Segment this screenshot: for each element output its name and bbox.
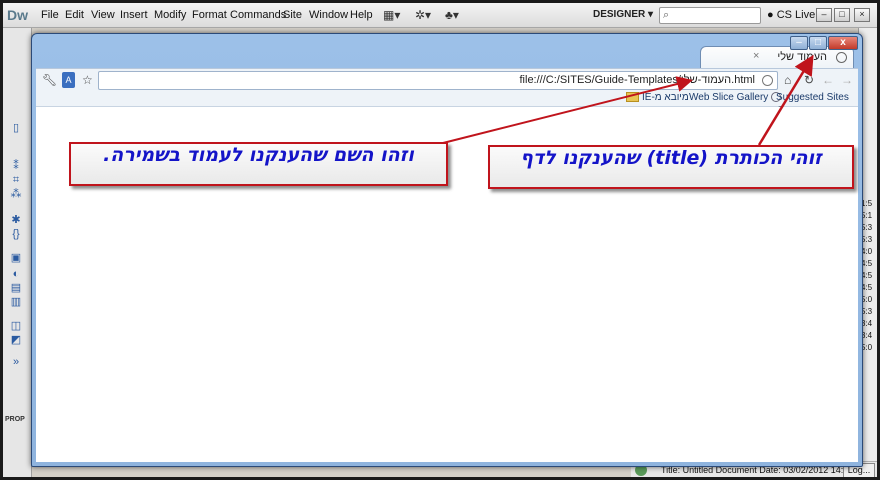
cs-live-label: CS Live bbox=[776, 9, 816, 21]
site-icon[interactable]: ♣▾ bbox=[445, 7, 459, 23]
menu-format[interactable]: Format bbox=[192, 3, 227, 27]
dw-logo: Dw bbox=[7, 7, 28, 23]
menu-help[interactable]: Help bbox=[350, 3, 373, 27]
workspace-label: DESIGNER bbox=[593, 9, 646, 20]
reload-icon[interactable]: ↻ bbox=[804, 72, 814, 88]
insert-icon[interactable]: ▯ bbox=[9, 122, 23, 134]
insert-icon[interactable]: ⁂ bbox=[9, 188, 23, 200]
url-text: file:///C:/SITES/Guide-Templates/העמוד-ש… bbox=[519, 74, 756, 86]
home-icon[interactable]: ⌂ bbox=[784, 72, 791, 88]
bookmark-label: Web Slice Gallery bbox=[689, 92, 769, 103]
menu-site[interactable]: Site bbox=[283, 3, 302, 27]
insert-icon[interactable]: {} bbox=[9, 228, 23, 240]
bookmark-label: מיובא מ-IE bbox=[642, 92, 689, 103]
layout-icon[interactable]: ▦▾ bbox=[383, 7, 400, 23]
bookmark-label: Suggested Sites bbox=[776, 92, 849, 103]
insert-icon[interactable]: ▥ bbox=[9, 296, 23, 308]
back-icon[interactable]: ← bbox=[822, 72, 834, 88]
search-icon: ⌕ bbox=[663, 9, 670, 21]
insert-icon[interactable]: ✱ bbox=[9, 214, 23, 226]
folder-icon bbox=[626, 92, 639, 103]
chevron-down-icon[interactable]: » bbox=[9, 356, 23, 368]
insert-icon[interactable]: ▤ bbox=[9, 282, 23, 294]
screen: Dw File Edit View Insert Modify Format C… bbox=[0, 0, 880, 480]
menu-view[interactable]: View bbox=[91, 3, 115, 27]
name-callout: וזהו השם שהענקנו לעמוד בשמירה. bbox=[69, 142, 448, 186]
tab-close-icon[interactable]: × bbox=[753, 50, 759, 62]
browser-minimize-button[interactable]: – bbox=[790, 36, 808, 50]
name-callout-text: וזהו השם שהענקנו לעמוד בשמירה. bbox=[103, 144, 414, 166]
browser-close-button[interactable]: x bbox=[828, 36, 858, 50]
bookmark-webslice[interactable]: Web Slice Gallery bbox=[689, 91, 784, 105]
menu-edit[interactable]: Edit bbox=[65, 3, 84, 27]
forward-icon[interactable]: → bbox=[841, 72, 853, 88]
menu-file[interactable]: File bbox=[41, 3, 59, 27]
gear-icon[interactable]: ✲▾ bbox=[415, 7, 431, 23]
tab-title: העמוד שלי bbox=[777, 51, 827, 63]
workspace-switcher[interactable]: DESIGNER ▾ bbox=[593, 7, 653, 23]
dw-insert-panel: ▯ ⁑ ⌗ ⁂ ✱ {} ▣ ◐ ▤ ▥ ◫ ◩ » PROP bbox=[3, 28, 32, 477]
browser-toolbar: 🔧︎ A ☆ file:///C:/SITES/Guide-Templates/… bbox=[36, 68, 858, 91]
globe-icon bbox=[836, 52, 847, 63]
menu-modify[interactable]: Modify bbox=[154, 3, 186, 27]
dw-search-input[interactable]: ⌕ bbox=[659, 7, 761, 24]
dw-menubar: Dw File Edit View Insert Modify Format C… bbox=[3, 3, 877, 28]
insert-icon[interactable]: ⌗ bbox=[9, 174, 23, 186]
browser-maximize-button[interactable]: □ bbox=[809, 36, 827, 50]
page-icon[interactable] bbox=[762, 75, 773, 86]
title-callout-text: זוהי הכותרת (title) שהענקנו לדף bbox=[520, 147, 822, 169]
insert-icon[interactable]: ⁑ bbox=[9, 160, 23, 172]
bookmark-imported[interactable]: מיובא מ-IE bbox=[626, 91, 689, 105]
insert-icon[interactable]: ◩ bbox=[9, 334, 23, 346]
properties-label: PROP bbox=[5, 416, 25, 423]
cs-live-button[interactable]: ● CS Live bbox=[767, 7, 815, 23]
bookmarks-bar: מיובא מ-IE Web Slice Gallery Suggested S… bbox=[36, 90, 858, 117]
title-callout: זוהי הכותרת (title) שהענקנו לדף bbox=[488, 145, 854, 189]
address-bar[interactable]: file:///C:/SITES/Guide-Templates/העמוד-ש… bbox=[98, 71, 778, 90]
dw-close-button[interactable]: × bbox=[854, 8, 870, 22]
wrench-icon[interactable]: 🔧︎ bbox=[42, 72, 57, 88]
insert-icon[interactable]: ◐ bbox=[9, 268, 23, 280]
star-icon[interactable]: ☆ bbox=[82, 72, 93, 88]
bookmark-suggested[interactable]: Suggested Sites bbox=[776, 91, 858, 117]
menu-insert[interactable]: Insert bbox=[120, 3, 148, 27]
dw-maximize-button[interactable]: □ bbox=[834, 8, 850, 22]
menu-window[interactable]: Window bbox=[309, 3, 348, 27]
insert-icon[interactable]: ◫ bbox=[9, 320, 23, 332]
dw-minimize-button[interactable]: – bbox=[816, 8, 832, 22]
insert-icon[interactable]: ▣ bbox=[9, 252, 23, 264]
translate-icon[interactable]: A bbox=[62, 72, 75, 88]
browser-window: העמוד שלי × – □ x 🔧︎ A ☆ file:///C:/SITE… bbox=[31, 33, 863, 467]
menu-commands[interactable]: Commands bbox=[230, 3, 286, 27]
